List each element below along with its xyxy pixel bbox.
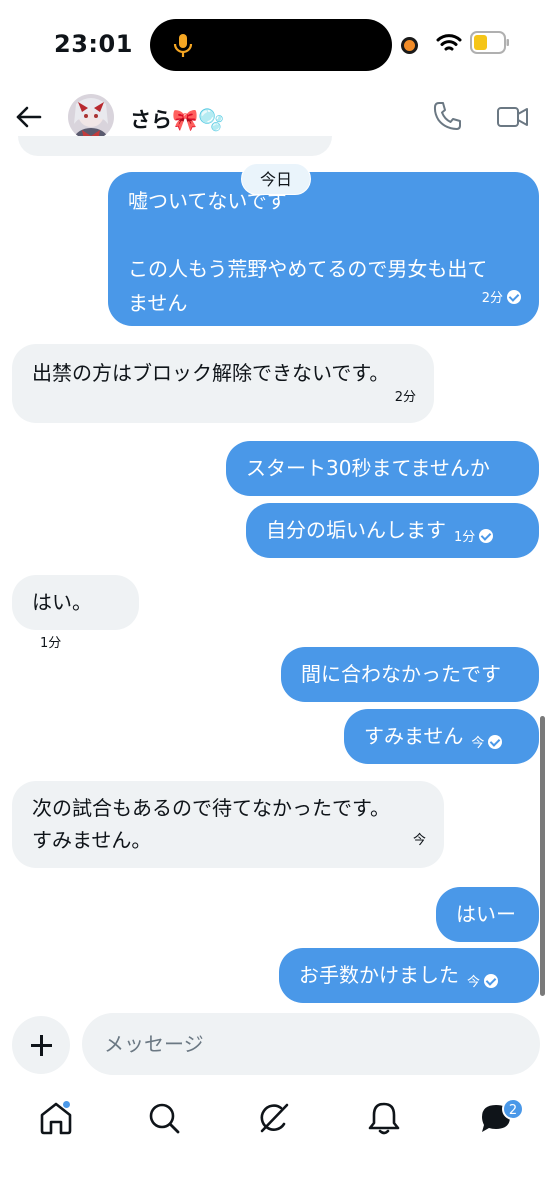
home-notification-dot: [62, 1100, 71, 1109]
message-line: 次の試合もあるので待てなかったです。: [32, 796, 390, 820]
avatar[interactable]: [68, 94, 114, 140]
message-bubble-incoming[interactable]: はい。 1分: [12, 575, 139, 651]
message-time: 1分: [454, 530, 476, 545]
date-chip: 今日: [241, 163, 311, 195]
message-time: 1分: [40, 636, 62, 651]
message-bubble-outgoing[interactable]: すみません今: [344, 709, 539, 764]
message-time: 今: [467, 975, 481, 990]
message-bubble-outgoing[interactable]: はいー: [436, 887, 539, 942]
microphone-icon: [173, 34, 193, 57]
read-check-icon: [479, 529, 494, 543]
status-bar: 23:01: [0, 0, 552, 90]
message-text: はい。: [32, 590, 92, 614]
battery-icon: [470, 31, 509, 54]
search-icon[interactable]: [144, 1098, 184, 1138]
message-line: この人もう荒野やめてるので男女も出て: [128, 257, 488, 281]
message-bubble-outgoing[interactable]: スタート30秒まてませんか: [226, 441, 539, 496]
notifications-bell-icon[interactable]: [364, 1098, 404, 1138]
message-bubble-outgoing[interactable]: 自分の垢いんします 1分: [246, 503, 539, 558]
contact-name[interactable]: さら🎀🫧: [130, 104, 224, 134]
status-time: 23:01: [54, 30, 133, 58]
back-arrow-icon[interactable]: [14, 102, 44, 132]
message-text: はいー: [456, 902, 516, 926]
message-meta: 今: [471, 727, 503, 761]
message-line: ません: [128, 291, 188, 315]
message-text: お手数かけました: [299, 963, 459, 987]
add-attachment-button[interactable]: [12, 1016, 70, 1074]
grok-icon[interactable]: [254, 1098, 294, 1138]
message-meta: 1分: [454, 521, 494, 555]
read-check-icon: [507, 290, 521, 304]
message-line: [128, 218, 519, 252]
message-time: 今: [412, 833, 426, 848]
previous-message-bubble: [18, 136, 332, 156]
contact-name-text: さら: [130, 108, 172, 132]
message-text: 間に合わなかったです: [301, 662, 501, 686]
message-bubble-outgoing[interactable]: お手数かけました今: [279, 948, 539, 1003]
recording-indicator-icon: [401, 37, 418, 54]
messages-badge: 2: [502, 1098, 524, 1120]
dynamic-island: [150, 19, 392, 71]
message-line: 嘘ついてないです: [128, 189, 287, 213]
message-text: 自分の垢いんします: [266, 518, 446, 542]
message-line: すみません。: [32, 828, 152, 852]
message-text: スタート30秒まてませんか: [246, 456, 490, 480]
read-check-icon: [484, 974, 499, 988]
phone-call-icon[interactable]: [432, 100, 462, 132]
video-call-icon[interactable]: [496, 102, 530, 132]
message-meta: 2分: [482, 282, 521, 316]
wifi-icon: [436, 34, 462, 51]
message-time: 2分: [481, 291, 503, 306]
message-bubble-incoming[interactable]: 次の試合もあるので待てなかったです。 すみません。 今: [12, 781, 444, 868]
message-time: 今: [471, 736, 485, 751]
message-input[interactable]: [82, 1013, 540, 1075]
scrollbar[interactable]: [540, 716, 545, 996]
message-meta: 今: [467, 966, 499, 1000]
message-text: すみません: [364, 724, 464, 748]
message-bubble-outgoing[interactable]: 嘘ついてないです この人もう荒野やめてるので男女も出て ません 2分: [108, 172, 539, 326]
read-check-icon: [488, 735, 503, 749]
message-bubble-outgoing[interactable]: 間に合わなかったです: [281, 647, 539, 702]
message-bubble-incoming[interactable]: 出禁の方はブロック解除できないです。 2分: [12, 344, 434, 423]
message-text: 出禁の方はブロック解除できないです。: [32, 361, 390, 385]
message-time: 2分: [394, 390, 416, 405]
contact-name-emoji: 🎀🫧: [172, 108, 225, 132]
